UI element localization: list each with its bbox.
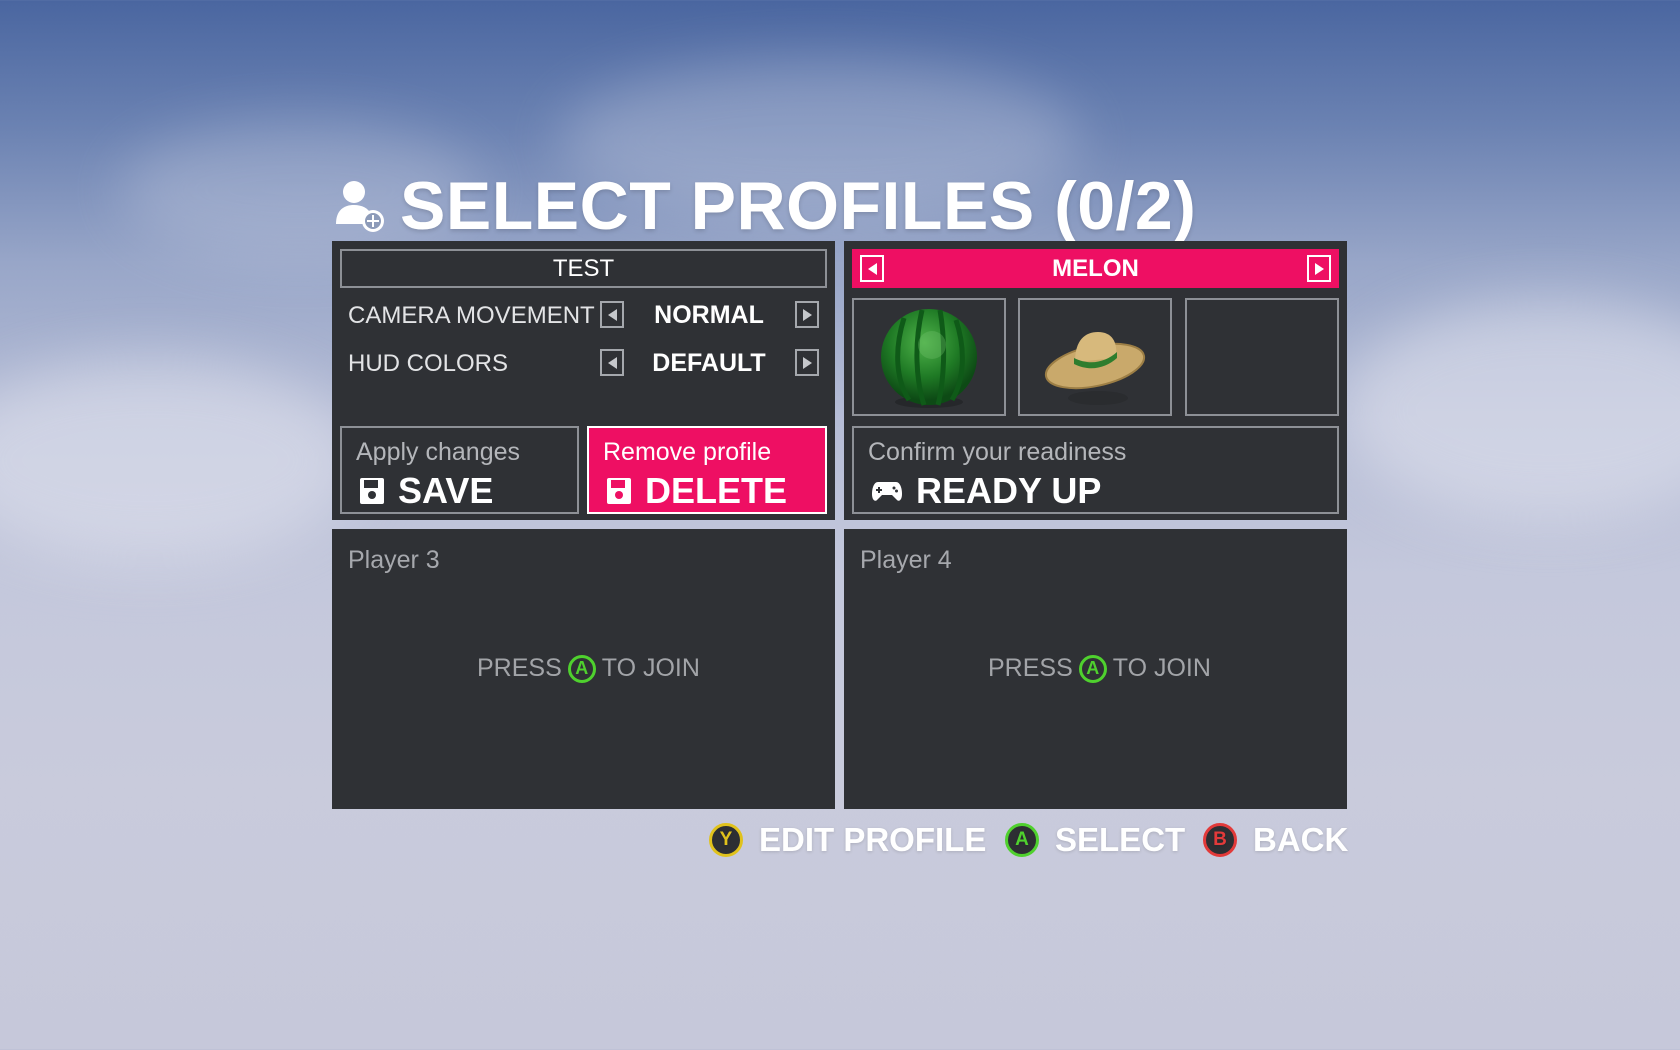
ready-label: READY UP <box>916 470 1102 511</box>
hud-colors-next-button[interactable] <box>795 349 819 376</box>
save-label: SAVE <box>398 470 494 511</box>
ready-up-button[interactable]: Confirm your readiness READY UP <box>852 426 1339 514</box>
option-label-hud-colors: HUD COLORS <box>348 350 509 377</box>
to-join-text: TO JOIN <box>1112 654 1211 682</box>
player3-title: Player 3 <box>348 546 440 574</box>
background-cloud <box>1340 300 1680 520</box>
player4-title: Player 4 <box>860 546 952 574</box>
a-button-icon: A <box>1005 823 1039 857</box>
delete-subtitle: Remove profile <box>603 438 772 466</box>
cosmetic-slot-empty[interactable] <box>1185 298 1339 416</box>
delete-label: DELETE <box>645 470 788 511</box>
arrow-right-icon <box>1314 262 1324 275</box>
profile-selector-bar[interactable]: MELON <box>852 249 1339 288</box>
camera-movement-prev-button[interactable] <box>600 301 624 328</box>
floppy-disk-icon <box>360 478 384 504</box>
camera-movement-next-button[interactable] <box>795 301 819 328</box>
watermelon-ball-icon <box>881 309 977 408</box>
hint-label: EDIT PROFILE <box>759 821 987 858</box>
y-button-icon: Y <box>709 823 743 857</box>
player4-join-prompt: PRESS A TO JOIN <box>988 654 1211 683</box>
add-user-icon <box>336 181 384 232</box>
hint-label: BACK <box>1253 821 1349 858</box>
a-button-icon: A <box>567 654 596 683</box>
page-title: SELECT PROFILES (0/2) <box>334 166 1196 246</box>
option-value-hud-colors: DEFAULT <box>652 349 766 377</box>
delete-button[interactable]: Remove profile DELETE <box>587 426 827 514</box>
hint-label: SELECT <box>1055 821 1186 858</box>
press-text: PRESS <box>988 654 1073 682</box>
hud-colors-prev-button[interactable] <box>600 349 624 376</box>
save-button[interactable]: Apply changes SAVE <box>340 426 579 514</box>
player3-join-prompt: PRESS A TO JOIN <box>477 654 700 683</box>
profile-prev-button[interactable] <box>860 255 884 282</box>
option-label-camera-movement: CAMERA MOVEMENT <box>348 302 595 329</box>
option-value-camera-movement: NORMAL <box>654 301 764 329</box>
save-subtitle: Apply changes <box>356 438 521 466</box>
arrow-right-icon <box>802 308 812 321</box>
ready-subtitle: Confirm your readiness <box>868 438 1127 466</box>
delete-main: DELETE <box>607 470 787 512</box>
profile-next-button[interactable] <box>1307 255 1331 282</box>
hint-back[interactable]: B BACK <box>1203 820 1348 860</box>
press-text: PRESS <box>477 654 562 682</box>
arrow-left-icon <box>607 356 617 369</box>
to-join-text: TO JOIN <box>601 654 700 682</box>
cosmetic-slot-hat[interactable] <box>1018 298 1172 416</box>
arrow-left-icon <box>607 308 617 321</box>
ready-main: READY UP <box>872 470 1101 512</box>
arrow-left-icon <box>867 262 877 275</box>
page-title-text: SELECT PROFILES (0/2) <box>400 168 1197 244</box>
hint-select[interactable]: A SELECT <box>1005 820 1185 860</box>
gamepad-icon <box>872 482 902 501</box>
save-main: SAVE <box>360 470 493 512</box>
straw-hat-icon <box>1044 332 1146 405</box>
hint-edit-profile[interactable]: Y EDIT PROFILE <box>709 820 986 860</box>
floppy-disk-icon <box>607 478 631 504</box>
profile-name: TEST <box>552 254 615 282</box>
arrow-right-icon <box>802 356 812 369</box>
profile-name-bar[interactable]: TEST <box>340 249 827 288</box>
cosmetic-slot-ball[interactable] <box>852 298 1006 416</box>
b-button-icon: B <box>1203 823 1237 857</box>
a-button-icon: A <box>1078 654 1107 683</box>
profile-name: MELON <box>1052 254 1139 282</box>
background-cloud <box>0 360 360 560</box>
